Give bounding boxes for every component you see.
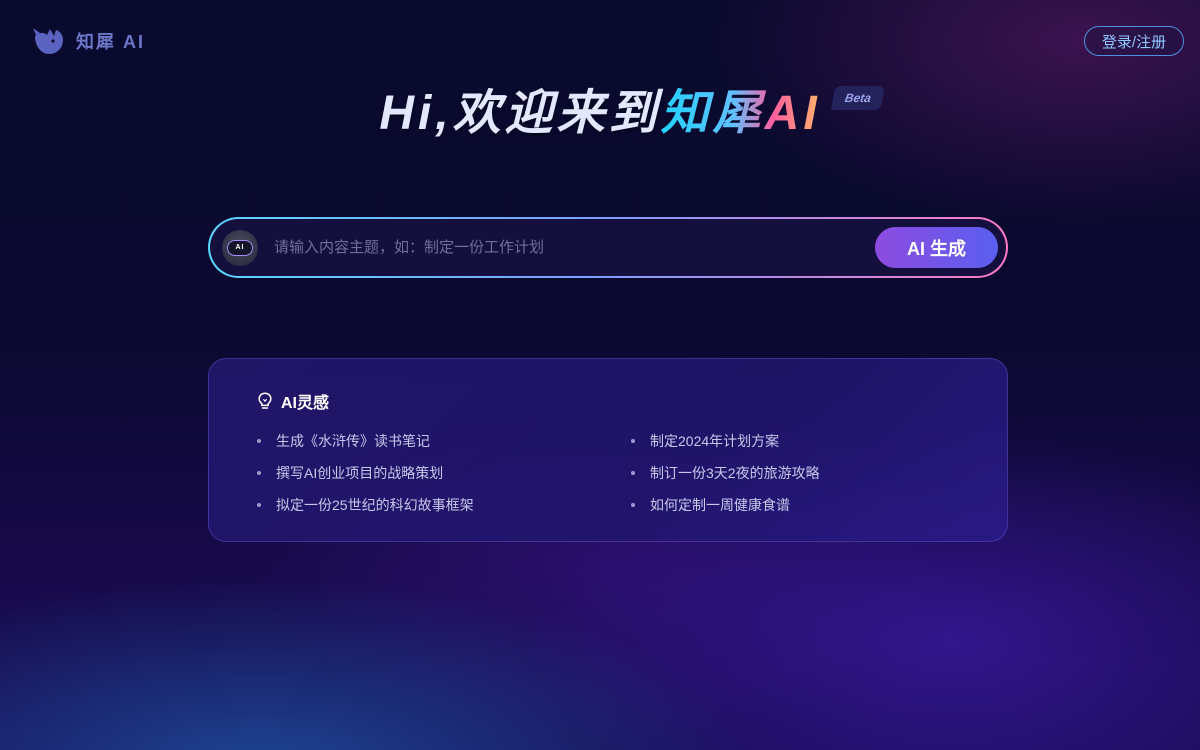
inspiration-item-label: 撰写AI创业项目的战略策划	[276, 465, 444, 481]
inspiration-item-label: 生成《水浒传》读书笔记	[276, 433, 430, 449]
inspiration-list-left: 生成《水浒传》读书笔记 撰写AI创业项目的战略策划 拟定一份25世纪的科幻故事框…	[257, 425, 474, 521]
inspiration-item-label: 如何定制一周健康食谱	[650, 497, 790, 513]
ai-generate-button[interactable]: AI 生成	[875, 227, 998, 268]
inspiration-item-label: 制订一份3天2夜的旅游攻略	[650, 465, 820, 481]
inspiration-item[interactable]: 制订一份3天2夜的旅游攻略	[631, 457, 820, 489]
ai-robot-icon: AI	[222, 229, 258, 266]
inspiration-item-label: 拟定一份25世纪的科幻故事框架	[276, 497, 474, 513]
search-box: AI AI 生成	[210, 219, 1006, 276]
beta-badge: Beta	[830, 86, 885, 110]
inspiration-list-right: 制定2024年计划方案 制订一份3天2夜的旅游攻略 如何定制一周健康食谱	[631, 425, 820, 521]
inspiration-item[interactable]: 拟定一份25世纪的科幻故事框架	[257, 489, 474, 521]
hero: Hi,欢迎来到 知犀AI Beta	[0, 84, 1200, 144]
search-bar: AI AI 生成	[208, 217, 1008, 278]
ai-inspiration-card: AI灵感 生成《水浒传》读书笔记 撰写AI创业项目的战略策划 拟定一份25世纪的…	[208, 358, 1008, 542]
topic-input[interactable]	[274, 227, 875, 268]
inspiration-item[interactable]: 制定2024年计划方案	[631, 425, 820, 457]
hero-heading: Hi,欢迎来到 知犀AI Beta	[379, 84, 885, 144]
bullet-dot	[631, 503, 635, 507]
inspiration-item-label: 制定2024年计划方案	[650, 433, 780, 449]
ai-robot-face: AI	[227, 239, 253, 256]
inspiration-item[interactable]: 撰写AI创业项目的战略策划	[257, 457, 474, 489]
inspiration-item[interactable]: 如何定制一周健康食谱	[631, 489, 820, 521]
inspiration-title: AI灵感	[281, 395, 330, 412]
beta-badge-label: Beta	[843, 91, 872, 105]
bullet-dot	[631, 471, 635, 475]
inspiration-header: AI灵感	[257, 389, 329, 413]
bullet-dot	[631, 439, 635, 443]
inspiration-item[interactable]: 生成《水浒传》读书笔记	[257, 425, 474, 457]
logo[interactable]: 知犀 AI	[32, 26, 145, 56]
logo-text: 知犀 AI	[76, 32, 146, 52]
rhino-logo-icon	[33, 28, 63, 54]
bullet-dot	[257, 439, 261, 443]
hero-title: Hi,欢迎来到	[379, 87, 661, 140]
login-register-button[interactable]: 登录/注册	[1084, 26, 1184, 56]
bullet-dot	[257, 503, 261, 507]
lightbulb-icon	[258, 392, 272, 409]
hero-brand: 知犀AI	[661, 84, 821, 144]
bullet-dot	[257, 471, 261, 475]
